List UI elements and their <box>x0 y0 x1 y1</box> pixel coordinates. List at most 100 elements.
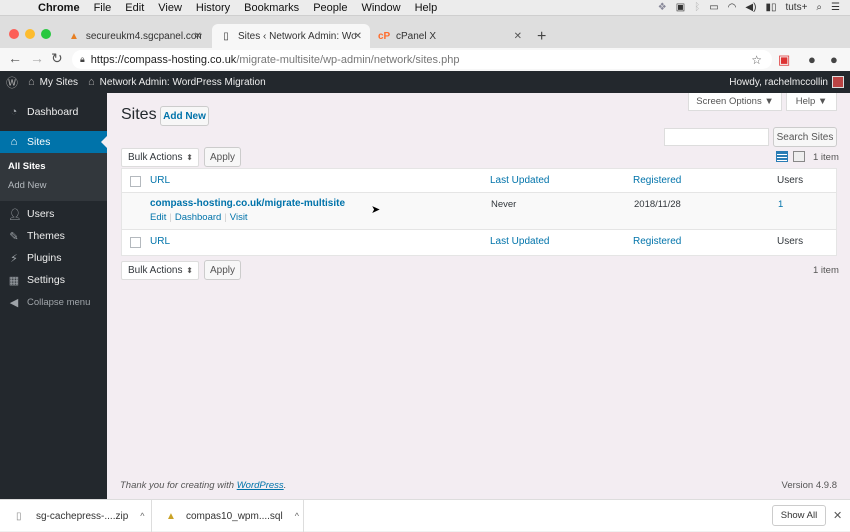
screen-options-button[interactable]: Screen Options ▼ <box>688 93 782 111</box>
spotlight-icon[interactable]: ⌕ <box>816 2 822 13</box>
list-view-icon[interactable] <box>776 151 788 162</box>
show-all-downloads-button[interactable]: Show All <box>772 505 826 526</box>
forward-button[interactable]: → <box>30 50 44 66</box>
download-item[interactable]: ▲ compas10_wpm....sql ^ <box>152 500 304 532</box>
volume-icon[interactable]: ◀) <box>745 2 756 13</box>
excerpt-view-icon[interactable] <box>793 151 805 162</box>
wordpress-link[interactable]: WordPress <box>237 480 284 491</box>
dashboard-link[interactable]: Dashboard <box>175 212 221 223</box>
themes-icon: ✎ <box>9 230 19 243</box>
menu-window[interactable]: Window <box>361 2 400 14</box>
column-registered[interactable]: Registered <box>633 175 681 186</box>
notification-center-icon[interactable]: ☰ <box>831 2 840 13</box>
apply-button-bottom[interactable]: Apply <box>204 260 241 280</box>
chevron-up-icon[interactable]: ^ <box>140 511 144 521</box>
search-input[interactable] <box>664 128 769 146</box>
sites-submenu: All Sites Add New <box>0 153 107 201</box>
apply-button-top[interactable]: Apply <box>204 147 241 167</box>
minimize-window-button[interactable] <box>25 29 35 39</box>
download-item[interactable]: ▯ sg-cachepress-....zip ^ <box>0 500 152 532</box>
tab-sites[interactable]: ▯ Sites ‹ Network Admin: WordP ✕ <box>212 24 370 49</box>
sidebar-item-settings[interactable]: ▦ Settings <box>0 269 107 291</box>
howdy-label: Howdy, rachelmccollin <box>729 76 828 88</box>
collapse-menu-button[interactable]: ◀ Collapse menu <box>0 291 107 313</box>
column-users-footer: Users <box>777 236 804 247</box>
bulk-actions-select-top[interactable]: Bulk Actions ⬍ <box>121 148 199 167</box>
edit-link[interactable]: Edit <box>150 212 166 223</box>
screen-record-icon[interactable]: ▣ <box>676 2 685 13</box>
close-tab-icon[interactable]: ✕ <box>194 31 202 42</box>
url-host: https://compass-hosting.co.uk <box>90 53 237 66</box>
tab-label: secureukm4.sgcpanel.com / lo <box>85 31 202 42</box>
site-url-link[interactable]: compass-hosting.co.uk/migrate-multisite <box>150 198 345 209</box>
mac-menubar: Chrome File Edit View History Bookmarks … <box>0 0 850 15</box>
wordpress-logo-icon[interactable]: Ⓦ <box>6 74 18 91</box>
reload-button[interactable]: ↻ <box>51 50 63 67</box>
submenu-add-new[interactable]: Add New <box>0 176 107 195</box>
download-filename: compas10_wpm....sql <box>186 510 283 522</box>
profile-icon[interactable]: ● <box>808 52 816 67</box>
sidebar-item-themes[interactable]: ✎ Themes <box>0 225 107 247</box>
my-sites-menu[interactable]: ⌂ My Sites <box>28 76 78 88</box>
users-count-link[interactable]: 1 <box>778 199 783 210</box>
sidebar-item-label: Dashboard <box>27 106 79 118</box>
chrome-menu-icon[interactable]: ● <box>830 52 838 67</box>
close-window-button[interactable] <box>9 29 19 39</box>
menu-edit[interactable]: Edit <box>125 2 144 14</box>
bulk-actions-select-bottom[interactable]: Bulk Actions ⬍ <box>121 261 199 280</box>
extension-icon[interactable]: ▣ <box>778 52 790 68</box>
sidebar-item-users[interactable]: 👤︎ Users <box>0 203 107 225</box>
new-tab-button[interactable]: + <box>537 28 546 46</box>
sidebar-item-label: Settings <box>27 274 65 286</box>
airplay-icon[interactable]: ▭ <box>709 2 718 13</box>
bookmark-star-icon[interactable]: ☆ <box>751 53 762 67</box>
menu-file[interactable]: File <box>94 2 112 14</box>
menu-app[interactable]: Chrome <box>38 2 80 14</box>
avatar <box>832 76 844 88</box>
url-input[interactable]: 🔒︎ https://compass-hosting.co.uk /migrat… <box>72 50 772 69</box>
admin-sidebar: ◔ Dashboard ⌂ Sites All Sites Add New 👤︎… <box>0 93 107 499</box>
column-url[interactable]: URL <box>150 175 170 186</box>
back-button[interactable]: ← <box>8 50 22 66</box>
help-button[interactable]: Help ▼ <box>786 93 837 111</box>
footer-text: Thank you for creating with <box>120 480 237 491</box>
select-all-checkbox[interactable] <box>130 176 141 187</box>
status-user[interactable]: tuts+ <box>785 2 807 13</box>
column-users: Users <box>777 175 804 186</box>
page-icon: ▯ <box>223 31 229 42</box>
visit-link[interactable]: Visit <box>230 212 248 223</box>
column-last-updated[interactable]: Last Updated <box>490 175 550 186</box>
network-admin-menu[interactable]: ⌂ Network Admin: WordPress Migration <box>88 76 266 88</box>
mouse-cursor-icon: ➤ <box>371 204 381 216</box>
chevron-up-icon[interactable]: ^ <box>295 511 299 521</box>
tab-cpanel[interactable]: cP cPanel X ✕ <box>370 24 530 49</box>
menu-help[interactable]: Help <box>415 2 438 14</box>
tab-phpmyadmin[interactable]: ▲ secureukm4.sgcpanel.com / lo ✕ <box>60 24 210 49</box>
bulk-actions-label: Bulk Actions <box>128 265 183 276</box>
menu-history[interactable]: History <box>196 2 230 14</box>
battery-icon[interactable]: ▮▯ <box>765 2 776 13</box>
close-tab-icon[interactable]: ✕ <box>354 31 362 42</box>
add-new-button[interactable]: Add New <box>160 106 209 126</box>
column-registered-footer[interactable]: Registered <box>633 236 681 247</box>
submenu-all-sites[interactable]: All Sites <box>0 157 107 176</box>
menu-bookmarks[interactable]: Bookmarks <box>244 2 299 14</box>
sidebar-item-sites[interactable]: ⌂ Sites <box>0 131 107 153</box>
settings-icon: ▦ <box>8 274 20 287</box>
bluetooth-icon[interactable]: ᛒ <box>694 2 700 13</box>
wifi-icon[interactable]: ◠ <box>728 2 737 13</box>
select-all-checkbox-bottom[interactable] <box>130 237 141 248</box>
close-downloads-bar-icon[interactable]: ✕ <box>833 509 842 522</box>
column-last-updated-footer[interactable]: Last Updated <box>490 236 550 247</box>
zoom-window-button[interactable] <box>41 29 51 39</box>
dropbox-icon[interactable]: ❖ <box>658 2 667 13</box>
search-sites-button[interactable]: Search Sites <box>773 127 837 147</box>
menu-people[interactable]: People <box>313 2 347 14</box>
sidebar-item-plugins[interactable]: ⚡︎ Plugins <box>0 247 107 269</box>
account-menu[interactable]: Howdy, rachelmccollin <box>729 76 844 88</box>
column-url-footer[interactable]: URL <box>150 236 170 247</box>
sidebar-item-label: Plugins <box>27 252 62 264</box>
menu-view[interactable]: View <box>158 2 182 14</box>
sidebar-item-dashboard[interactable]: ◔ Dashboard <box>0 101 107 123</box>
close-tab-icon[interactable]: ✕ <box>514 31 522 42</box>
